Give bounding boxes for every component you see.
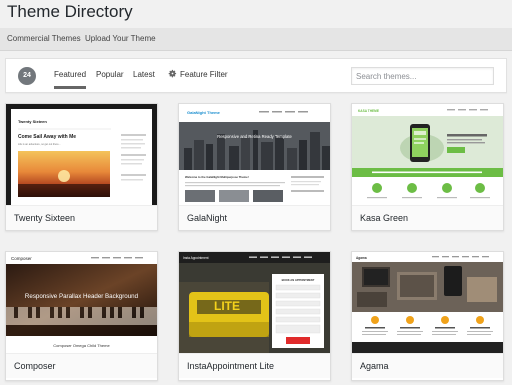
theme-card-instaappointment-lite[interactable]: Insta Appointment LITE BOOK AN APPOINTME… — [178, 251, 331, 381]
search-input[interactable] — [351, 67, 494, 85]
preview-logo: Insta Appointment — [183, 256, 209, 260]
theme-screenshot[interactable]: Twenty Sixteen Come Sail Away with Me Li… — [6, 104, 157, 205]
preview-logo: KASA THEME — [358, 109, 379, 113]
theme-name[interactable]: Composer — [6, 353, 157, 378]
preview-logo: Agama — [356, 256, 367, 260]
theme-card-twenty-sixteen[interactable]: Twenty Sixteen Come Sail Away with Me Li… — [5, 103, 158, 231]
theme-card-kasa-green[interactable]: KASA THEME Kasa Green — [351, 103, 504, 231]
tab-latest[interactable]: Latest — [133, 70, 155, 79]
preview-logo: GalaNight Theme — [187, 110, 221, 115]
theme-name[interactable]: Kasa Green — [352, 205, 503, 230]
theme-screenshot[interactable]: GalaNight Theme Responsive and Retina Re… — [179, 104, 330, 205]
preview-form-title: BOOK AN APPOINTMENT — [282, 278, 315, 282]
theme-screenshot[interactable]: Agama — [352, 252, 503, 353]
preview-post-excerpt: Life is an adventure, so get out there..… — [18, 143, 61, 146]
subnav-commercial-themes[interactable]: Commercial Themes — [7, 34, 81, 43]
gear-icon[interactable] — [168, 69, 177, 78]
theme-screenshot[interactable]: Insta Appointment LITE BOOK AN APPOINTME… — [179, 252, 330, 353]
preview-post-title: Come Sail Away with Me — [18, 134, 76, 140]
preview-hero-text: Responsive and Retina Ready Template — [217, 134, 292, 139]
theme-name[interactable]: Twenty Sixteen — [6, 205, 157, 230]
theme-card-galanight[interactable]: GalaNight Theme Responsive and Retina Re… — [178, 103, 331, 231]
theme-screenshot[interactable]: Composer Responsive Parallax Header Back… — [6, 252, 157, 353]
filter-bar: 24 Featured Popular Latest Feature Filte… — [5, 58, 507, 93]
preview-welcome: Welcome to the GalaNight Multipurpose Th… — [185, 175, 249, 179]
subnav-upload-theme[interactable]: Upload Your Theme — [85, 34, 156, 43]
sub-navigation: Commercial Themes Upload Your Theme — [0, 28, 512, 51]
page-header: Theme Directory — [0, 0, 512, 28]
theme-card-composer[interactable]: Composer Responsive Parallax Header Back… — [5, 251, 158, 381]
tab-popular[interactable]: Popular — [96, 70, 124, 79]
theme-name[interactable]: InstaAppointment Lite — [179, 353, 330, 378]
theme-card-agama[interactable]: Agama Agama — [351, 251, 504, 381]
preview-hero-text: Responsive Parallax Header Background — [25, 293, 139, 300]
page-title: Theme Directory — [7, 2, 133, 21]
theme-name[interactable]: GalaNight — [179, 205, 330, 230]
feature-filter-button[interactable]: Feature Filter — [180, 70, 228, 79]
preview-child-theme: Composer Omega Child Theme — [53, 343, 110, 348]
theme-screenshot[interactable]: KASA THEME — [352, 104, 503, 205]
preview-logo: Composer — [11, 256, 32, 261]
preview-site-title: Twenty Sixteen — [18, 119, 47, 124]
tab-featured[interactable]: Featured — [54, 70, 87, 89]
theme-name[interactable]: Agama — [352, 353, 503, 378]
theme-count-badge: 24 — [18, 67, 36, 85]
preview-lite-label: LITE — [214, 299, 240, 313]
